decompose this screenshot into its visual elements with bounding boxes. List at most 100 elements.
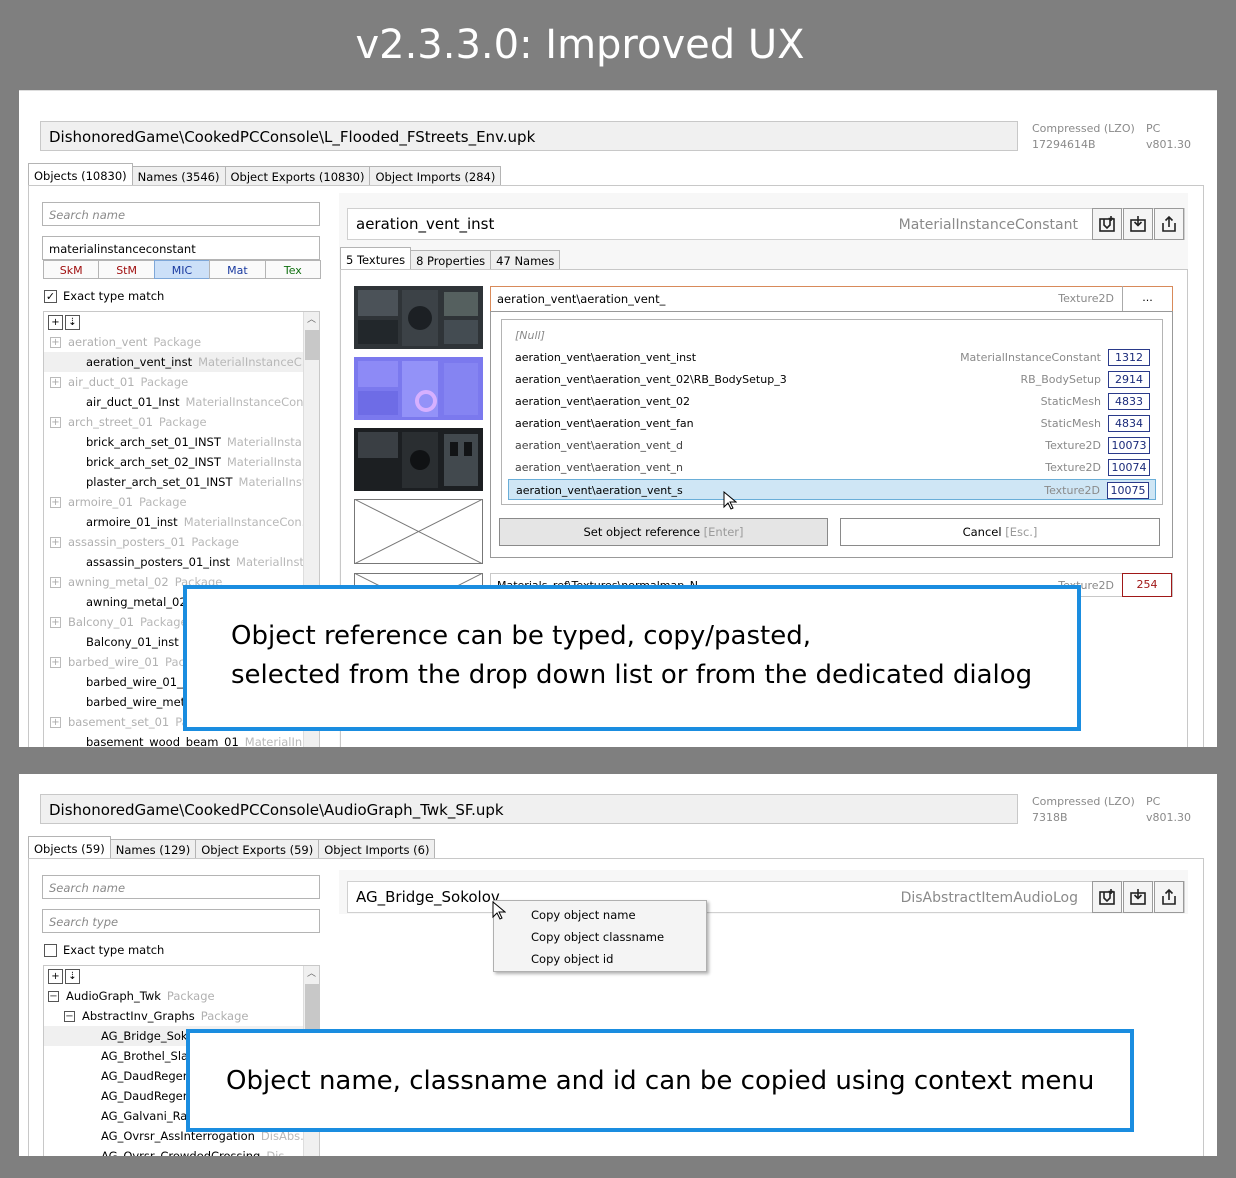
texture-thumbnail-specular[interactable] bbox=[354, 428, 483, 491]
scrollbar-thumb[interactable] bbox=[305, 330, 319, 360]
tree-package-node[interactable]: + assassin_posters_01 Package bbox=[50, 532, 310, 552]
type-filter-skm[interactable]: SkM bbox=[43, 260, 100, 279]
tab-0[interactable]: Objects (10830) bbox=[28, 163, 133, 186]
object-id-badge[interactable]: 254 bbox=[1122, 573, 1172, 597]
tab-2[interactable]: Object Exports (59) bbox=[195, 839, 320, 859]
tab-1[interactable]: Names (3546) bbox=[131, 166, 226, 186]
tab-0[interactable]: Objects (59) bbox=[28, 836, 111, 859]
exact-type-match-checkbox[interactable]: Exact type match bbox=[44, 943, 164, 957]
object-id-badge[interactable]: 4833 bbox=[1108, 393, 1150, 410]
tree-object-node[interactable]: armoire_01_inst MaterialInstanceCon... bbox=[44, 512, 313, 532]
object-id-badge[interactable]: 2914 bbox=[1108, 371, 1150, 388]
tree-object-node[interactable]: brick_arch_set_01_INST MaterialInsta... bbox=[44, 432, 313, 452]
tree-object-node[interactable]: assassin_posters_01_inst MaterialInst... bbox=[44, 552, 315, 572]
object-id-badge[interactable]: 10075 bbox=[1107, 482, 1149, 499]
copy-object-classname-item[interactable]: Copy object classname bbox=[531, 930, 664, 944]
import-object-button[interactable] bbox=[1092, 881, 1122, 913]
search-type-input[interactable]: Search type bbox=[42, 909, 320, 933]
tab-2[interactable]: 47 Names bbox=[490, 250, 561, 270]
expand-icon[interactable]: + bbox=[50, 717, 61, 728]
tree-object-node[interactable]: air_duct_01_Inst MaterialInstanceCon... bbox=[44, 392, 314, 412]
tab-1[interactable]: Names (129) bbox=[109, 839, 197, 859]
copy-object-id-item[interactable]: Copy object id bbox=[531, 952, 613, 966]
object-id-badge[interactable]: 10073 bbox=[1108, 437, 1150, 454]
tree-package-node[interactable]: + arch_street_01 Package bbox=[50, 412, 310, 432]
tree-node-name: awning_metal_02_ bbox=[86, 595, 193, 609]
texture-thumbnail-normal[interactable] bbox=[354, 357, 483, 420]
collapse-icon[interactable]: − bbox=[64, 1011, 75, 1022]
expand-icon[interactable]: + bbox=[50, 537, 61, 548]
save-object-button[interactable] bbox=[1123, 208, 1153, 240]
set-object-reference-button[interactable]: Set object reference [Enter] bbox=[499, 518, 828, 546]
reference-list-item[interactable]: aeration_vent\aeration_vent_inst Material… bbox=[508, 347, 1156, 368]
object-name-field[interactable]: AG_Bridge_Sokolov DisAbstractItemAudioLo… bbox=[347, 881, 1185, 913]
object-name-field[interactable]: aeration_vent_inst MaterialInstanceConst… bbox=[347, 208, 1185, 240]
type-filter-stm[interactable]: StM bbox=[98, 260, 155, 279]
type-filter-buttons: SkM StM MIC Mat Tex bbox=[43, 260, 322, 279]
tree-package-node[interactable]: − AbstractInv_Graphs Package bbox=[44, 1006, 304, 1026]
search-name-input[interactable]: Search name bbox=[42, 202, 320, 226]
tree-package-node[interactable]: + armoire_01 Package bbox=[50, 492, 310, 512]
search-type-input[interactable]: materialinstanceconstant bbox=[42, 236, 320, 260]
expand-icon[interactable]: + bbox=[50, 657, 61, 668]
texture-thumbnail-empty[interactable] bbox=[354, 499, 483, 564]
expand-all-icon[interactable]: + bbox=[48, 969, 63, 984]
save-object-button[interactable] bbox=[1123, 881, 1153, 913]
tree-package-node[interactable]: + aeration_vent Package bbox=[50, 332, 310, 352]
reference-list[interactable]: [Null] aeration_vent\aeration_vent_inst Ma… bbox=[501, 319, 1163, 505]
exact-type-match-checkbox[interactable]: ✓ Exact type match bbox=[44, 289, 164, 303]
expand-icon[interactable]: + bbox=[50, 377, 61, 388]
expand-icon[interactable]: + bbox=[50, 497, 61, 508]
reference-list-item[interactable]: aeration_vent\aeration_vent_02\RB_BodySe… bbox=[508, 369, 1156, 390]
tree-object-node[interactable]: plaster_arch_set_01_INST MaterialInst... bbox=[44, 472, 317, 492]
collapse-icon[interactable]: ⇣ bbox=[65, 315, 80, 330]
object-id-badge[interactable]: 1312 bbox=[1108, 349, 1150, 366]
import-icon bbox=[1099, 889, 1115, 905]
expand-icon[interactable]: + bbox=[50, 577, 61, 588]
reference-list-item[interactable]: aeration_vent\aeration_vent_n Texture2D 10… bbox=[508, 457, 1156, 478]
checkbox-icon[interactable] bbox=[44, 943, 57, 957]
import-object-button[interactable] bbox=[1092, 208, 1122, 240]
reference-list-item[interactable]: aeration_vent\aeration_vent_d Texture2D 10… bbox=[508, 435, 1156, 456]
collapse-icon[interactable]: − bbox=[48, 991, 59, 1002]
expand-all-icon[interactable]: + bbox=[48, 315, 63, 330]
tab-3[interactable]: Object Imports (284) bbox=[369, 166, 502, 186]
export-object-button[interactable] bbox=[1154, 208, 1184, 240]
reference-input-text[interactable]: aeration_vent\aeration_vent_ bbox=[497, 292, 665, 306]
expand-icon[interactable]: + bbox=[50, 337, 61, 348]
export-object-button[interactable] bbox=[1154, 881, 1184, 913]
package-path-field[interactable]: DishonoredGame\CookedPCConsole\L_Flooded… bbox=[40, 121, 1018, 151]
texture-reference-dropdown[interactable]: aeration_vent\aeration_vent_ Texture2D .… bbox=[490, 286, 1173, 312]
expand-icon[interactable]: + bbox=[50, 617, 61, 628]
tab-3[interactable]: Object Imports (6) bbox=[318, 839, 436, 859]
tree-object-node[interactable]: aeration_vent_inst MaterialInstanceC... bbox=[44, 352, 313, 372]
tab-2[interactable]: Object Exports (10830) bbox=[224, 166, 371, 186]
tree-object-node[interactable]: brick_arch_set_02_INST MaterialInsta... bbox=[44, 452, 313, 472]
tree-package-node[interactable]: − AudioGraph_Twk Package bbox=[44, 986, 304, 1006]
type-filter-tex[interactable]: Tex bbox=[264, 260, 322, 279]
tab-0[interactable]: 5 Textures bbox=[340, 247, 412, 270]
tree-package-node[interactable]: + air_duct_01 Package bbox=[50, 372, 310, 392]
browse-button[interactable]: ... bbox=[1122, 286, 1172, 312]
package-path-field[interactable]: DishonoredGame\CookedPCConsole\AudioGrap… bbox=[40, 794, 1018, 824]
copy-object-name-item[interactable]: Copy object name bbox=[531, 908, 636, 922]
texture-thumbnail-diffuse[interactable] bbox=[354, 286, 483, 349]
tree-object-node[interactable]: AG_Ovrsr_CrowdedCrossing Dis... bbox=[44, 1146, 304, 1156]
tree-object-node[interactable]: basement_wood_beam_01 MaterialIn... bbox=[44, 732, 313, 747]
callout-context-menu: Object name, classname and id can be cop… bbox=[186, 1029, 1134, 1132]
object-id-badge[interactable]: 4834 bbox=[1108, 415, 1150, 432]
type-filter-mic[interactable]: MIC bbox=[153, 260, 211, 279]
reference-list-item[interactable]: aeration_vent\aeration_vent_s Texture2D 10… bbox=[508, 479, 1156, 500]
object-id-badge[interactable]: 10074 bbox=[1108, 459, 1150, 476]
reference-list-item[interactable]: aeration_vent\aeration_vent_fan StaticMes… bbox=[508, 413, 1156, 434]
reference-list-item[interactable]: [Null] bbox=[508, 325, 1156, 346]
type-filter-mat[interactable]: Mat bbox=[209, 260, 266, 279]
collapse-icon[interactable]: ⇣ bbox=[65, 969, 80, 984]
slide-title: v2.3.3.0: Improved UX bbox=[355, 22, 805, 68]
search-name-input[interactable]: Search name bbox=[42, 875, 320, 899]
cancel-button[interactable]: Cancel [Esc.] bbox=[840, 518, 1160, 546]
tab-1[interactable]: 8 Properties bbox=[410, 250, 492, 270]
expand-icon[interactable]: + bbox=[50, 417, 61, 428]
checkbox-icon[interactable]: ✓ bbox=[44, 289, 57, 303]
reference-list-item[interactable]: aeration_vent\aeration_vent_02 StaticMesh… bbox=[508, 391, 1156, 412]
